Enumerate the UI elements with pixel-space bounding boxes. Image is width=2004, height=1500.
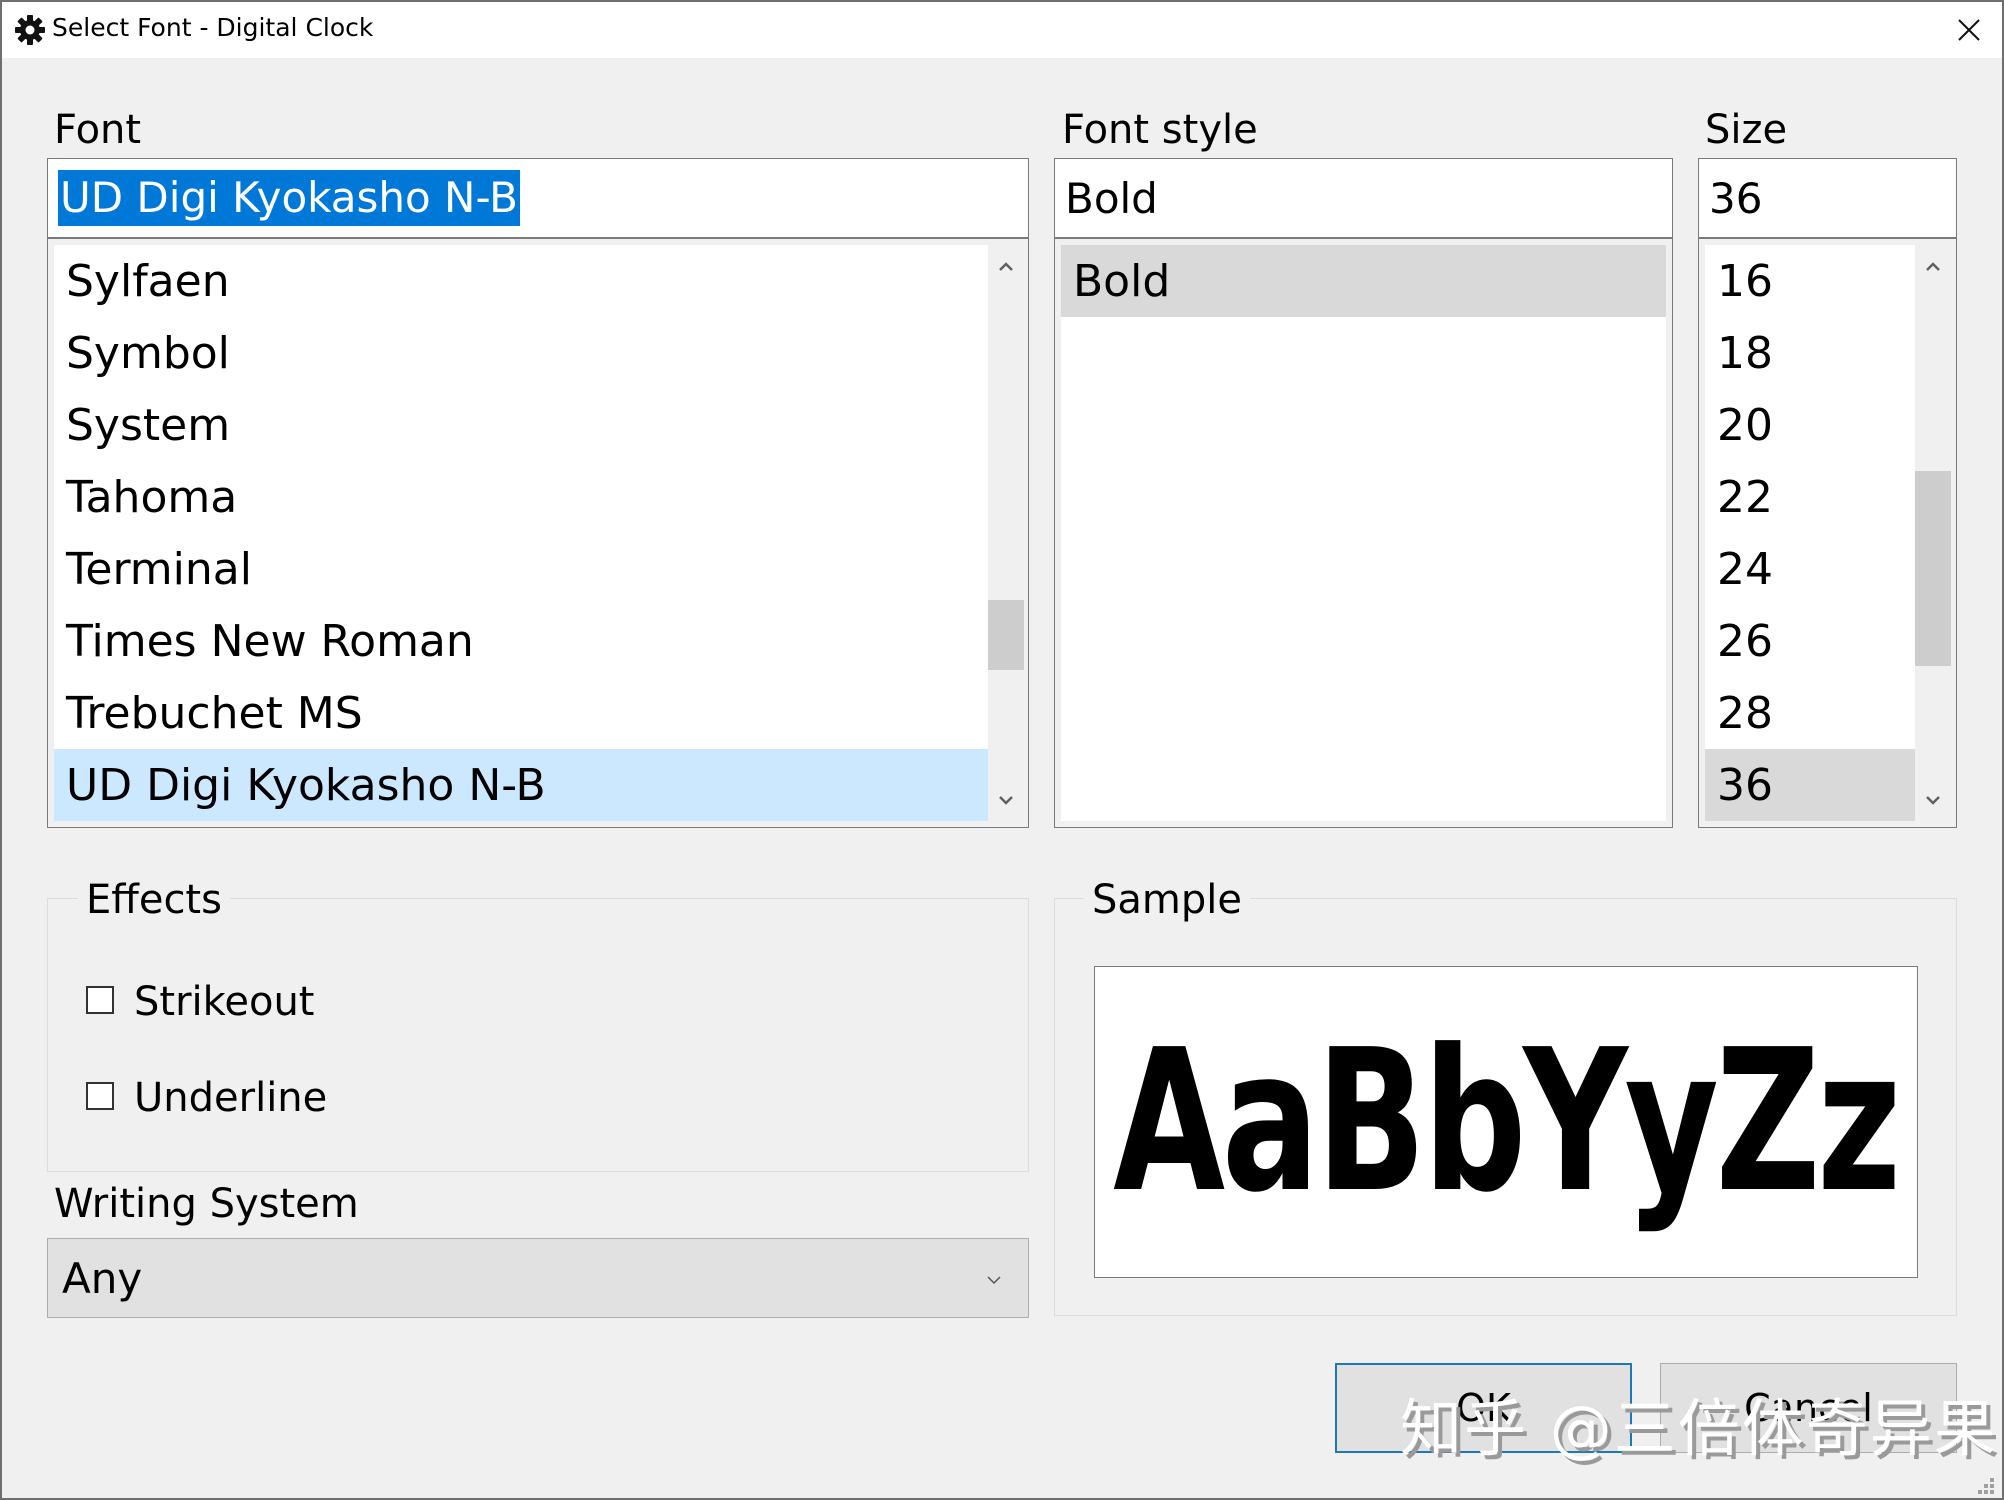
chevron-down-icon xyxy=(986,1271,1002,1285)
window-title: Select Font - Digital Clock xyxy=(52,13,374,42)
font-list-item[interactable]: Sylfaen xyxy=(54,245,988,317)
size-list-scrollbar[interactable] xyxy=(1915,245,1951,821)
font-name-input-value: UD Digi Kyokasho N-B xyxy=(58,170,520,226)
font-list-item[interactable]: Symbol xyxy=(54,317,988,389)
ok-button[interactable]: OK xyxy=(1335,1363,1632,1453)
sample-preview-text: AaBbYyZz xyxy=(1113,1008,1902,1236)
size-input-value: 36 xyxy=(1709,173,1763,223)
underline-checkbox[interactable] xyxy=(86,1082,114,1110)
font-list-item[interactable]: Terminal xyxy=(54,533,988,605)
scroll-up-arrow-icon[interactable] xyxy=(1915,251,1951,281)
font-list-scroll-thumb[interactable] xyxy=(988,600,1024,670)
size-list-item[interactable]: 22 xyxy=(1705,461,1915,533)
size-list-item[interactable]: 26 xyxy=(1705,605,1915,677)
size-input[interactable]: 36 xyxy=(1698,158,1957,238)
sample-preview: AaBbYyZz xyxy=(1094,966,1918,1278)
font-list-item[interactable]: UD Digi Kyokasho N-B xyxy=(54,749,988,821)
size-list-item[interactable]: 36 xyxy=(1705,749,1915,821)
size-list-item[interactable]: 24 xyxy=(1705,533,1915,605)
font-style-list[interactable]: Bold xyxy=(1054,238,1673,828)
effects-label: Effects xyxy=(78,876,230,924)
size-list-item[interactable]: 28 xyxy=(1705,677,1915,749)
size-list[interactable]: 16 18 20 22 24 26 28 36 xyxy=(1698,238,1957,828)
font-style-list-item[interactable]: Bold xyxy=(1061,245,1666,317)
cancel-button[interactable]: Cancel xyxy=(1660,1363,1957,1453)
strikeout-label[interactable]: Strikeout xyxy=(134,978,315,1026)
resize-grip-icon[interactable] xyxy=(1976,1476,1996,1496)
font-list-item[interactable]: Trebuchet MS xyxy=(54,677,988,749)
scroll-down-arrow-icon[interactable] xyxy=(1915,785,1951,815)
font-list[interactable]: Sylfaen Symbol System Tahoma Terminal Times N… xyxy=(47,238,1029,828)
underline-label[interactable]: Underline xyxy=(134,1074,327,1122)
close-icon xyxy=(1958,19,1980,41)
size-list-item[interactable]: 18 xyxy=(1705,317,1915,389)
gear-icon xyxy=(14,14,46,46)
size-list-scroll-thumb[interactable] xyxy=(1915,471,1951,666)
scroll-down-arrow-icon[interactable] xyxy=(988,785,1024,815)
font-name-input[interactable]: UD Digi Kyokasho N-B xyxy=(47,158,1029,238)
close-button[interactable] xyxy=(1938,2,2000,58)
font-style-input-value: Bold xyxy=(1065,173,1158,223)
size-list-item[interactable]: 16 xyxy=(1705,245,1915,317)
effects-group xyxy=(47,898,1029,1172)
size-list-item[interactable]: 20 xyxy=(1705,389,1915,461)
writing-system-value: Any xyxy=(62,1253,143,1303)
font-list-item[interactable]: Times New Roman xyxy=(54,605,988,677)
font-list-item[interactable]: Tahoma xyxy=(54,461,988,533)
font-list-item[interactable]: System xyxy=(54,389,988,461)
strikeout-checkbox[interactable] xyxy=(86,986,114,1014)
font-style-label: Font style xyxy=(1062,107,1258,153)
font-label: Font xyxy=(54,107,142,153)
font-list-scrollbar[interactable] xyxy=(988,245,1024,821)
size-label: Size xyxy=(1705,107,1788,153)
writing-system-label: Writing System xyxy=(54,1181,359,1227)
writing-system-combobox[interactable]: Any xyxy=(47,1238,1029,1318)
font-style-input[interactable]: Bold xyxy=(1054,158,1673,238)
sample-label: Sample xyxy=(1084,876,1250,924)
scroll-up-arrow-icon[interactable] xyxy=(988,251,1024,281)
